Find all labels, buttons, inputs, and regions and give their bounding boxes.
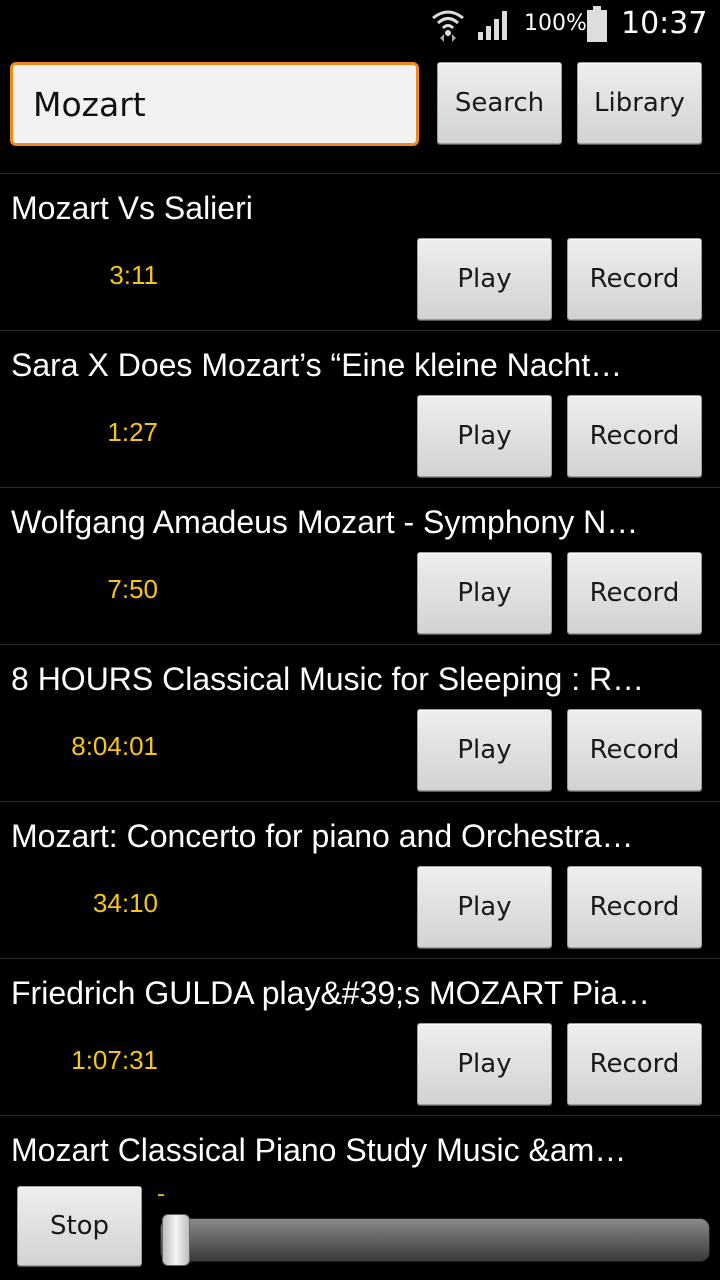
list-item: Wolfgang Amadeus Mozart - Symphony N… 7:… <box>0 487 720 644</box>
result-title[interactable]: 8 HOURS Classical Music for Sleeping : R… <box>11 661 707 698</box>
stop-button[interactable]: Stop <box>17 1186 142 1266</box>
list-item: 8 HOURS Classical Music for Sleeping : R… <box>0 644 720 801</box>
result-title[interactable]: Wolfgang Amadeus Mozart - Symphony N… <box>11 504 707 541</box>
results-list: Mozart Vs Salieri 3:11 Play Record Sara … <box>0 173 720 1195</box>
play-button[interactable]: Play <box>417 866 552 948</box>
play-button[interactable]: Play <box>417 395 552 477</box>
play-button[interactable]: Play <box>417 709 552 791</box>
signal-icon <box>478 11 507 40</box>
clock: 10:37 <box>621 6 708 41</box>
record-button[interactable]: Record <box>567 709 702 791</box>
seek-bar-thumb[interactable] <box>162 1214 190 1266</box>
result-duration: 7:50 <box>107 574 158 604</box>
result-duration: 3:11 <box>109 260 158 290</box>
playback-position-label: - <box>157 1182 165 1207</box>
record-button[interactable]: Record <box>567 866 702 948</box>
list-item: Sara X Does Mozart’s “Eine kleine Nacht…… <box>0 330 720 487</box>
list-item: Mozart Vs Salieri 3:11 Play Record <box>0 173 720 330</box>
result-duration: 8:04:01 <box>71 731 158 761</box>
search-input[interactable]: Mozart <box>10 62 419 146</box>
record-button[interactable]: Record <box>567 395 702 477</box>
wifi-icon <box>432 10 464 42</box>
result-duration: 1:07:31 <box>71 1045 158 1075</box>
list-item: Mozart: Concerto for piano and Orchestra… <box>0 801 720 958</box>
player-bar: Stop - <box>0 1170 720 1280</box>
play-button[interactable]: Play <box>417 552 552 634</box>
record-button[interactable]: Record <box>567 1023 702 1105</box>
library-button[interactable]: Library <box>577 62 702 144</box>
result-title[interactable]: Mozart Vs Salieri <box>11 190 707 227</box>
record-button[interactable]: Record <box>567 238 702 320</box>
seek-bar-track[interactable] <box>160 1218 710 1262</box>
result-duration: 34:10 <box>92 888 158 918</box>
result-duration: 1:27 <box>107 417 158 447</box>
list-item: Friedrich GULDA play&#39;s MOZART Pia… 1… <box>0 958 720 1115</box>
status-bar: 100% 10:37 <box>0 0 720 50</box>
result-title[interactable]: Sara X Does Mozart’s “Eine kleine Nacht… <box>11 347 707 384</box>
search-input-value: Mozart <box>33 84 146 124</box>
play-button[interactable]: Play <box>417 1023 552 1105</box>
play-button[interactable]: Play <box>417 238 552 320</box>
record-button[interactable]: Record <box>567 552 702 634</box>
battery-icon <box>587 6 607 42</box>
result-title[interactable]: Friedrich GULDA play&#39;s MOZART Pia… <box>11 975 707 1012</box>
search-button[interactable]: Search <box>437 62 562 144</box>
battery-percentage: 100% <box>524 11 587 36</box>
result-title[interactable]: Mozart Classical Piano Study Music &am… <box>11 1132 707 1169</box>
result-title[interactable]: Mozart: Concerto for piano and Orchestra… <box>11 818 707 855</box>
